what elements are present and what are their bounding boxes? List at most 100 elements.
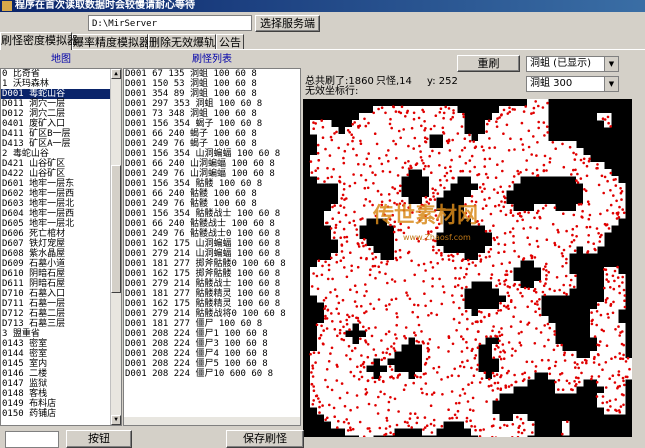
- map-list-item[interactable]: D713 石墓三层: [1, 319, 121, 329]
- map-list-item[interactable]: D011 洞穴一层: [1, 99, 121, 109]
- spawn-list-row[interactable]: D001 66 240 蝎子 100 60 8: [124, 129, 300, 139]
- map-list-item[interactable]: D710 石墓入口: [1, 289, 121, 299]
- map-list-item[interactable]: 0144 密室: [1, 349, 121, 359]
- spawn-list-row[interactable]: D001 73 348 洞蛆 100 60 8: [124, 109, 300, 119]
- map-list-item[interactable]: D604 地牢一层西: [1, 209, 121, 219]
- map-list-item[interactable]: 0148 客栈: [1, 389, 121, 399]
- spawn-list-row[interactable]: D001 279 214 骷髅战士 100 60 8: [124, 279, 300, 289]
- map-list-item[interactable]: 0 比奇省: [1, 69, 121, 79]
- spawn-list-row[interactable]: D001 66 240 骷髅战士 100 60 8: [124, 219, 300, 229]
- map-list-item[interactable]: 0145 室内: [1, 359, 121, 369]
- spawn-dot: [452, 109, 455, 112]
- spawn-dot: [548, 372, 552, 376]
- spawn-list-row[interactable]: D001 354 89 洞蛆 100 60 8: [124, 89, 300, 99]
- map-list-item[interactable]: D012 洞穴二层: [1, 109, 121, 119]
- spawn-list-row[interactable]: D001 208 224 僵尸10 600 60 8: [124, 369, 300, 379]
- map-list-item[interactable]: D606 死亡棺材: [1, 229, 121, 239]
- refresh-button[interactable]: 重刷: [457, 55, 520, 72]
- scroll-up-icon[interactable]: ▲: [111, 69, 121, 79]
- map-list-item[interactable]: 3 盟重省: [1, 329, 121, 339]
- spawn-list-row[interactable]: D001 181 277 僵尸 100 60 8: [124, 319, 300, 329]
- spawn-list-hscrollbar[interactable]: [124, 417, 300, 425]
- spawn-list-row[interactable]: D001 150 53 洞蛆 100 60 8: [124, 79, 300, 89]
- dropdown-arrow-icon[interactable]: ▼: [604, 77, 618, 91]
- map-list-item[interactable]: D421 山谷矿区: [1, 159, 121, 169]
- map-list-item[interactable]: D711 石墓一层: [1, 299, 121, 309]
- map-list-item[interactable]: D712 石墓二层: [1, 309, 121, 319]
- map-list-item[interactable]: D611 阴暗石屋: [1, 279, 121, 289]
- spawn-list-row[interactable]: D001 249 76 山洞蝙蝠 100 60 8: [124, 169, 300, 179]
- map-list-item[interactable]: 1 沃玛森林: [1, 79, 121, 89]
- bottom-text-input[interactable]: [5, 431, 59, 448]
- map-list-item[interactable]: D610 阴暗石屋: [1, 269, 121, 279]
- map-list-item[interactable]: D413 矿区A一层: [1, 139, 121, 149]
- spawn-dot: [311, 364, 314, 368]
- server-path-input[interactable]: D:\MirServer: [88, 15, 252, 31]
- spawn-list-row[interactable]: D001 66 240 山洞蝙蝠 100 60 8: [124, 159, 300, 169]
- map-view[interactable]: 传世素材网 www.Zhaosf.com: [303, 99, 632, 437]
- map-list-item[interactable]: D602 地牢一层西: [1, 189, 121, 199]
- map-list-item[interactable]: 0146 二楼: [1, 369, 121, 379]
- spawn-list-row[interactable]: D001 162 175 掷斧骷髅 100 60 8: [124, 269, 300, 279]
- map-list-item[interactable]: D608 紫水晶屋: [1, 249, 121, 259]
- map-list-item[interactable]: 0143 密室: [1, 339, 121, 349]
- map-list-item[interactable]: D422 山谷矿区: [1, 169, 121, 179]
- spawn-dot: [355, 290, 359, 294]
- scroll-down-icon[interactable]: ▼: [111, 415, 121, 425]
- display-select[interactable]: 洞蛆 (已显示) ▼: [526, 56, 619, 72]
- spawn-list-row[interactable]: D001 67 135 洞蛆 100 60 8: [124, 69, 300, 79]
- spawn-list-row[interactable]: D001 208 224 僵尸4 100 60 8: [124, 349, 300, 359]
- select-server-button[interactable]: 选择服务端: [255, 15, 320, 32]
- spawn-dot: [585, 164, 589, 168]
- monster-select[interactable]: 洞蛆 300 ▼: [526, 76, 619, 92]
- map-list-item[interactable]: 0149 布料店: [1, 399, 121, 409]
- spawn-list[interactable]: D001 67 135 洞蛆 100 60 8 D001 150 53 洞蛆 10…: [123, 68, 301, 426]
- map-list-item[interactable]: 0401 废矿入口: [1, 119, 121, 129]
- scroll-thumb[interactable]: [111, 165, 121, 293]
- map-list-item[interactable]: D601 地牢一层东: [1, 179, 121, 189]
- save-spawn-button[interactable]: 保存刷怪: [226, 430, 304, 448]
- spawn-list-row[interactable]: D001 279 214 山洞蝙蝠 100 60 8: [124, 249, 300, 259]
- map-list-item[interactable]: D605 地牢一层北: [1, 219, 121, 229]
- spawn-dot: [410, 259, 413, 263]
- spawn-list-row[interactable]: D001 297 353 洞蛆 100 60 8: [124, 99, 300, 109]
- spawn-list-row[interactable]: D001 208 224 僵尸3 100 60 8: [124, 339, 300, 349]
- map-list-item[interactable]: 0147 监狱: [1, 379, 121, 389]
- spawn-list-row[interactable]: D001 181 277 掷斧骷髅0 100 60 8: [124, 259, 300, 269]
- spawn-list-row[interactable]: D001 208 224 僵尸5 100 60 8: [124, 359, 300, 369]
- map-list-item[interactable]: 2 毒蛇山谷: [1, 149, 121, 159]
- map-list[interactable]: 0 比奇省 1 沃玛森林 D001 毒蛇山谷 D011 洞穴一层 D012 洞穴二层 04…: [0, 68, 122, 426]
- spawn-list-row[interactable]: D001 156 354 蝎子 100 60 8: [124, 119, 300, 129]
- spawn-dot: [369, 164, 372, 168]
- spawn-list-row[interactable]: D001 181 277 骷髅精灵 100 60 8: [124, 289, 300, 299]
- spawn-list-row[interactable]: D001 279 214 骷髅战将0 100 60 8: [124, 309, 300, 319]
- map-list-item[interactable]: D603 地牢一层北: [1, 199, 121, 209]
- spawn-list-row[interactable]: D001 66 240 骷髅 100 60 8: [124, 189, 300, 199]
- map-list-item[interactable]: D609 石墓小道: [1, 259, 121, 269]
- spawn-list-row[interactable]: D001 249 76 骷髅战士0 100 60 8: [124, 229, 300, 239]
- spawn-list-row[interactable]: D001 162 175 骷髅精灵 100 60 8: [124, 299, 300, 309]
- map-list-scrollbar[interactable]: ▲ ▼: [110, 69, 121, 425]
- spawn-list-row[interactable]: D001 162 175 山洞蝙蝠 100 60 8: [124, 239, 300, 249]
- spawn-list-row[interactable]: D001 156 354 骷髅 100 60 8: [124, 179, 300, 189]
- generic-button[interactable]: 按钮: [66, 430, 132, 448]
- tab-announcement[interactable]: 公告: [216, 34, 244, 50]
- spawn-list-row[interactable]: D001 208 224 僵尸1 100 60 8: [124, 329, 300, 339]
- map-list-item[interactable]: 0150 药铺店: [1, 409, 121, 419]
- spawn-list-row[interactable]: D001 249 76 骷髅 100 60 8: [124, 199, 300, 209]
- tab-drop-rate[interactable]: 爆率精度模拟器: [72, 34, 150, 50]
- spawn-dot: [547, 338, 550, 342]
- spawn-list-row[interactable]: D001 156 354 骷髅战士 100 60 8: [124, 209, 300, 219]
- spawn-dot: [622, 393, 625, 397]
- spawn-list-row[interactable]: D001 249 76 蝎子 100 60 8: [124, 139, 300, 149]
- dropdown-arrow-icon[interactable]: ▼: [604, 57, 618, 71]
- map-list-item[interactable]: D001 毒蛇山谷: [1, 89, 121, 99]
- map-list-item[interactable]: D411 矿区B一层: [1, 129, 121, 139]
- spawn-dot: [517, 430, 520, 434]
- spawn-dot: [527, 129, 531, 133]
- tab-delete-invalid[interactable]: 删除无效爆轨: [148, 34, 216, 50]
- map-list-item[interactable]: D607 铁灯宠屋: [1, 239, 121, 249]
- tab-spawn-density[interactable]: 刷怪密度模拟器: [0, 32, 78, 50]
- spawn-list-row[interactable]: D001 156 354 山洞蝙蝠 100 60 8: [124, 149, 300, 159]
- spawn-dot: [609, 302, 613, 306]
